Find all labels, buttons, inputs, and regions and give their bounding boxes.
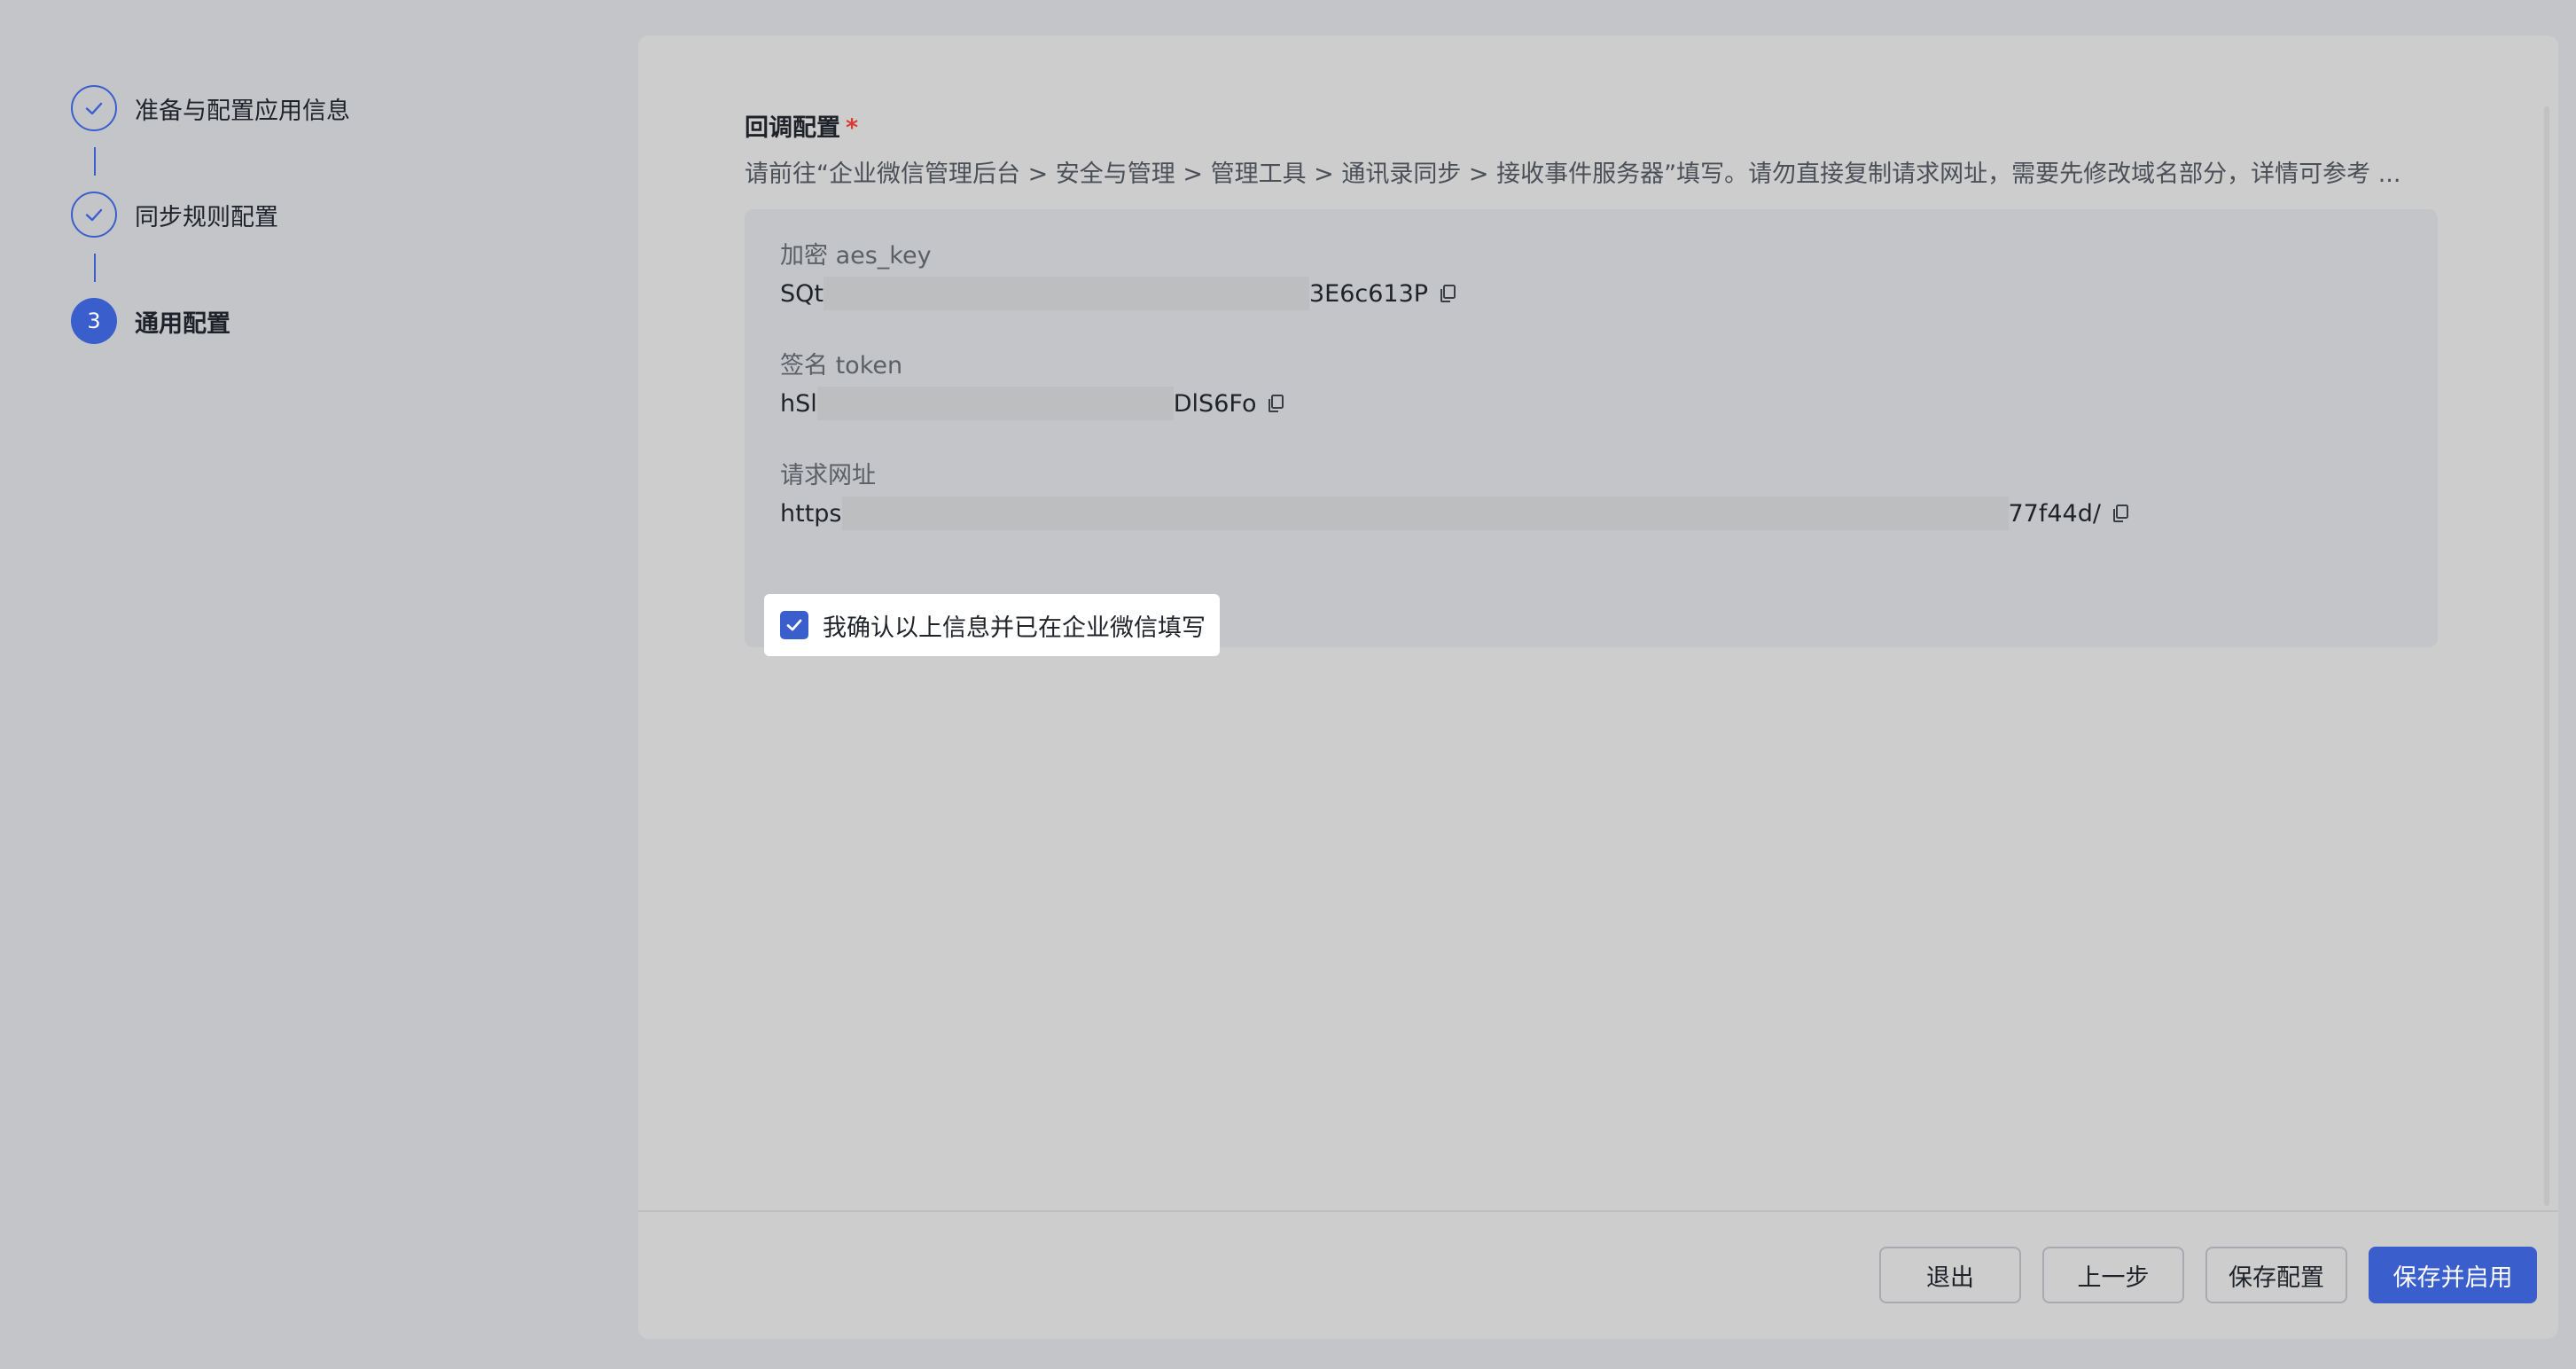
step-prepare-app-info[interactable]: 准备与配置应用信息: [71, 85, 350, 131]
exit-button[interactable]: 退出: [1879, 1247, 2021, 1303]
step-1-circle: [71, 85, 117, 131]
check-icon: [85, 102, 103, 115]
value-suffix: 77f44d/: [2008, 499, 2101, 528]
value-prefix: https: [780, 499, 842, 528]
section-title: 回调配置 *: [745, 108, 858, 143]
save-config-button[interactable]: 保存配置: [2205, 1247, 2347, 1303]
step-connector-1: [94, 147, 96, 176]
step-1-label: 准备与配置应用信息: [135, 97, 350, 125]
value-suffix: 3E6c613P: [1308, 279, 1429, 308]
confirm-checkbox[interactable]: [780, 611, 808, 639]
field-token: 签名 token hSl DlS6Fo: [780, 346, 1286, 422]
field-value: SQt 3E6c613P: [780, 275, 1458, 312]
required-mark: *: [846, 114, 859, 142]
copy-icon[interactable]: [1265, 393, 1286, 414]
step-2-circle: [71, 192, 117, 238]
field-label: 签名 token: [780, 352, 903, 379]
value-prefix: SQt: [780, 279, 824, 308]
step-sync-rules[interactable]: 同步规则配置: [71, 192, 278, 238]
value-prefix: hSl: [780, 389, 817, 418]
value-suffix: DlS6Fo: [1173, 389, 1257, 418]
step-general-config[interactable]: 3 通用配置: [71, 298, 230, 344]
redacted-mask: [816, 387, 1174, 420]
step-connector-2: [94, 254, 96, 282]
redacted-mask: [823, 277, 1309, 310]
panel-scrollbar[interactable]: [2544, 106, 2549, 1206]
step-3-circle: 3: [71, 298, 117, 344]
screen: 准备与配置应用信息 同步规则配置 3 通用配置 回调配置 * 请前往“企业微信管理…: [0, 0, 2576, 1369]
confirm-label: 我确认以上信息并已在企业微信填写: [823, 614, 1206, 642]
section-description: 请前往“企业微信管理后台 > 安全与管理 > 管理工具 > 通讯录同步 > 接收…: [745, 160, 2401, 188]
field-aes-key: 加密 aes_key SQt 3E6c613P: [780, 236, 1458, 312]
prev-step-button[interactable]: 上一步: [2042, 1247, 2184, 1303]
copy-icon[interactable]: [2110, 503, 2131, 524]
check-icon: [85, 208, 103, 222]
callback-info-box: 加密 aes_key SQt 3E6c613P 签名 token hSl DlS: [745, 209, 2438, 656]
copy-icon[interactable]: [1437, 283, 1458, 304]
redacted-mask: [841, 497, 2009, 530]
config-panel: 回调配置 * 请前往“企业微信管理后台 > 安全与管理 > 管理工具 > 通讯录同…: [638, 35, 2558, 1339]
field-value: https 77f44d/: [780, 495, 2131, 532]
save-and-enable-button[interactable]: 保存并启用: [2369, 1247, 2537, 1303]
step-3-label: 通用配置: [135, 309, 230, 338]
confirm-checkbox-row[interactable]: 我确认以上信息并已在企业微信填写: [764, 594, 1220, 656]
field-label: 请求网址: [780, 462, 876, 489]
field-request-url: 请求网址 https 77f44d/: [780, 456, 2131, 532]
section-title-text: 回调配置: [745, 114, 840, 142]
step-2-label: 同步规则配置: [135, 203, 278, 231]
footer-divider: [638, 1210, 2558, 1212]
field-label: 加密 aes_key: [780, 242, 932, 270]
field-value: hSl DlS6Fo: [780, 385, 1286, 422]
checkmark-icon: [786, 619, 802, 631]
